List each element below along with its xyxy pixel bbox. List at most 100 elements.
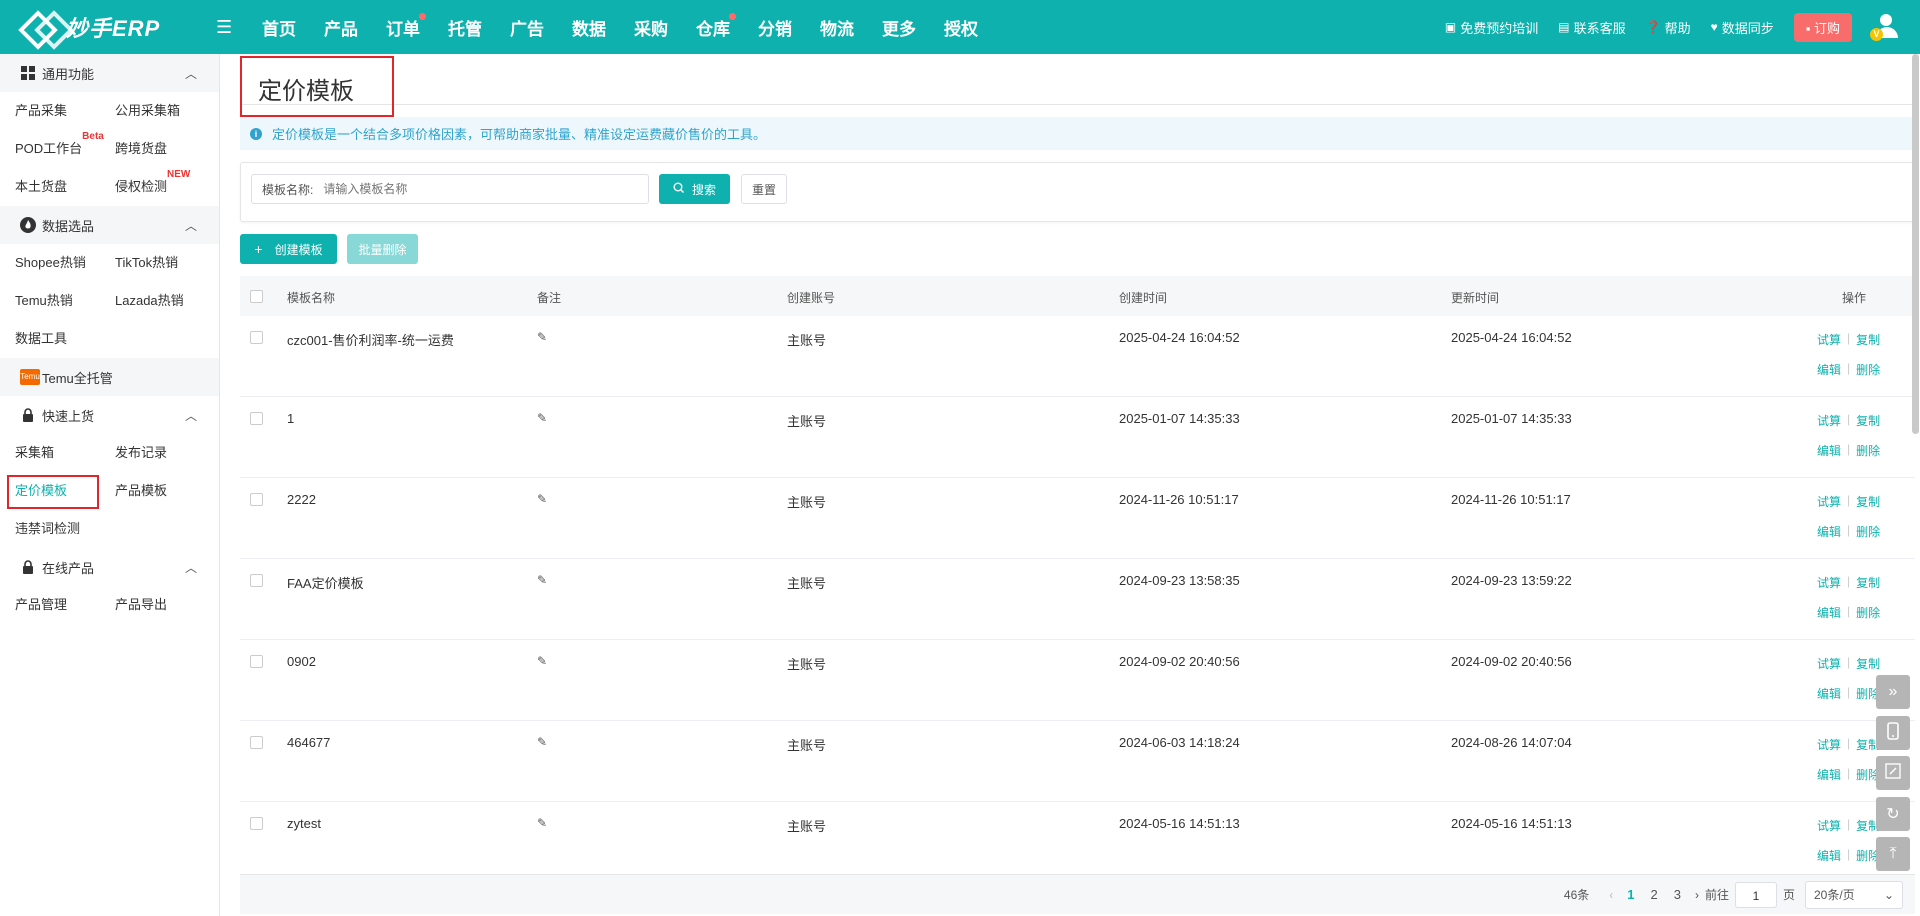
nav-hosting[interactable]: 托管 [448, 15, 482, 40]
trial-link[interactable]: 试算 [1817, 493, 1841, 510]
create-template-button[interactable]: + 创建模板 [240, 234, 337, 264]
row-checkbox[interactable] [250, 817, 263, 830]
prev-page-icon[interactable]: ‹ [1609, 888, 1613, 902]
edit-note-icon[interactable]: ✎ [537, 573, 547, 587]
row-checkbox[interactable] [250, 412, 263, 425]
row-checkbox[interactable] [250, 655, 263, 668]
sidebar-item-local-supply[interactable]: 本土货盘 [0, 168, 100, 206]
training-link[interactable]: ▣ 免费预约培训 [1445, 18, 1538, 37]
delete-link[interactable]: 删除 [1856, 361, 1880, 378]
template-name-input[interactable] [323, 182, 624, 196]
sidebar-item-pricing-template[interactable]: 定价模板 [0, 472, 100, 510]
copy-link[interactable]: 复制 [1856, 493, 1880, 510]
sidebar-item-collect-box[interactable]: 采集箱 [0, 434, 100, 472]
trial-link[interactable]: 试算 [1817, 655, 1841, 672]
nav-more[interactable]: 更多 [882, 15, 916, 40]
section-header-general[interactable]: 通用功能 ︿ [0, 54, 219, 92]
sidebar-item-product-export[interactable]: 产品导出 [100, 586, 200, 624]
sidebar-item-shopee-hot[interactable]: Shopee热销 [0, 244, 100, 282]
copy-link[interactable]: 复制 [1856, 331, 1880, 348]
trial-link[interactable]: 试算 [1817, 736, 1841, 753]
page-scrollbar[interactable] [1911, 54, 1920, 434]
sync-link[interactable]: ♥ 数据同步 [1711, 18, 1774, 37]
trial-link[interactable]: 试算 [1817, 574, 1841, 591]
copy-link[interactable]: 复制 [1856, 412, 1880, 429]
sidebar-item-banned-words[interactable]: 违禁词检测 [0, 510, 100, 548]
sidebar-item-temu-managed[interactable]: Temu Temu全托管 [0, 358, 219, 396]
batch-delete-button[interactable]: 批量删除 [347, 234, 418, 264]
support-link[interactable]: ▤ 联系客服 [1558, 18, 1625, 37]
edit-note-icon[interactable]: ✎ [537, 411, 547, 425]
nav-ads[interactable]: 广告 [510, 15, 544, 40]
logo[interactable]: 妙手ERP [20, 11, 190, 43]
edit-note-icon[interactable]: ✎ [537, 654, 547, 668]
help-link[interactable]: ❓ 帮助 [1646, 18, 1691, 37]
page-1[interactable]: 1 [1627, 887, 1634, 902]
edit-note-icon[interactable]: ✎ [537, 330, 547, 344]
edit-link[interactable]: 编辑 [1817, 766, 1841, 783]
select-all-checkbox[interactable] [250, 290, 263, 303]
back-to-top-button[interactable]: ⤒ [1876, 837, 1910, 871]
row-checkbox[interactable] [250, 574, 263, 587]
section-header-data[interactable]: 数据选品 ︿ [0, 206, 219, 244]
next-page-icon[interactable]: › [1695, 888, 1699, 902]
nav-data[interactable]: 数据 [572, 15, 606, 40]
row-checkbox[interactable] [250, 331, 263, 344]
copy-link[interactable]: 复制 [1856, 574, 1880, 591]
edit-link[interactable]: 编辑 [1817, 685, 1841, 702]
edit-note-icon[interactable]: ✎ [537, 735, 547, 749]
sidebar-item-publish-records[interactable]: 发布记录 [100, 434, 200, 472]
feedback-button[interactable] [1876, 756, 1910, 790]
edit-link[interactable]: 编辑 [1817, 604, 1841, 621]
chevron-up-icon[interactable]: ︿ [185, 407, 197, 424]
nav-purchase[interactable]: 采购 [634, 15, 668, 40]
nav-warehouse[interactable]: 仓库 [696, 12, 736, 40]
edit-note-icon[interactable]: ✎ [537, 816, 547, 830]
nav-orders[interactable]: 订单 [386, 12, 426, 40]
delete-link[interactable]: 删除 [1856, 604, 1880, 621]
nav-products[interactable]: 产品 [324, 15, 358, 40]
sidebar-item-tiktok-hot[interactable]: TikTok热销 [100, 244, 200, 282]
scrollbar-thumb[interactable] [1912, 54, 1919, 434]
edit-link[interactable]: 编辑 [1817, 442, 1841, 459]
chevron-up-icon[interactable]: ︿ [185, 65, 197, 82]
nav-home[interactable]: 首页 [262, 15, 296, 40]
trial-link[interactable]: 试算 [1817, 412, 1841, 429]
copy-link[interactable]: 复制 [1856, 655, 1880, 672]
edit-link[interactable]: 编辑 [1817, 847, 1841, 864]
sidebar-item-data-tools[interactable]: 数据工具 [0, 320, 100, 358]
order-button[interactable]: ▪ 订购 [1793, 12, 1852, 42]
page-jump-input[interactable]: 1 [1734, 881, 1777, 908]
page-3[interactable]: 3 [1674, 887, 1681, 902]
edit-link[interactable]: 编辑 [1817, 523, 1841, 540]
reset-button[interactable]: 重置 [741, 174, 787, 204]
chevron-up-icon[interactable]: ︿ [185, 217, 197, 234]
search-button[interactable]: 搜索 [659, 174, 730, 204]
collapse-right-button[interactable]: » [1876, 675, 1910, 709]
row-checkbox[interactable] [250, 493, 263, 506]
page-2[interactable]: 2 [1651, 887, 1658, 902]
trial-link[interactable]: 试算 [1817, 331, 1841, 348]
sidebar-item-infringement-check[interactable]: 侵权检测 NEW [100, 168, 200, 206]
refresh-button[interactable]: ↻ [1876, 797, 1910, 831]
chevron-up-icon[interactable]: ︿ [185, 559, 197, 576]
sidebar-item-temu-hot[interactable]: Temu热销 [0, 282, 100, 320]
user-avatar[interactable]: V [1870, 12, 1900, 42]
sidebar-item-pod-workbench[interactable]: POD工作台 Beta [0, 130, 104, 168]
trial-link[interactable]: 试算 [1817, 817, 1841, 834]
edit-note-icon[interactable]: ✎ [537, 492, 547, 506]
page-size-select[interactable]: 20条/页 ⌄ [1805, 880, 1903, 909]
nav-logistics[interactable]: 物流 [820, 15, 854, 40]
row-checkbox[interactable] [250, 736, 263, 749]
nav-distribution[interactable]: 分销 [758, 15, 792, 40]
menu-toggle-icon[interactable]: ☰ [216, 17, 236, 38]
delete-link[interactable]: 删除 [1856, 442, 1880, 459]
delete-link[interactable]: 删除 [1856, 523, 1880, 540]
edit-link[interactable]: 编辑 [1817, 361, 1841, 378]
mobile-button[interactable] [1876, 716, 1910, 750]
section-header-quick[interactable]: 快速上货 ︿ [0, 396, 219, 434]
section-header-online[interactable]: 在线产品 ︿ [0, 548, 219, 586]
sidebar-item-public-collect-box[interactable]: 公用采集箱 [100, 92, 200, 130]
sidebar-item-product-template[interactable]: 产品模板 [100, 472, 200, 510]
sidebar-item-product-management[interactable]: 产品管理 [0, 586, 100, 624]
